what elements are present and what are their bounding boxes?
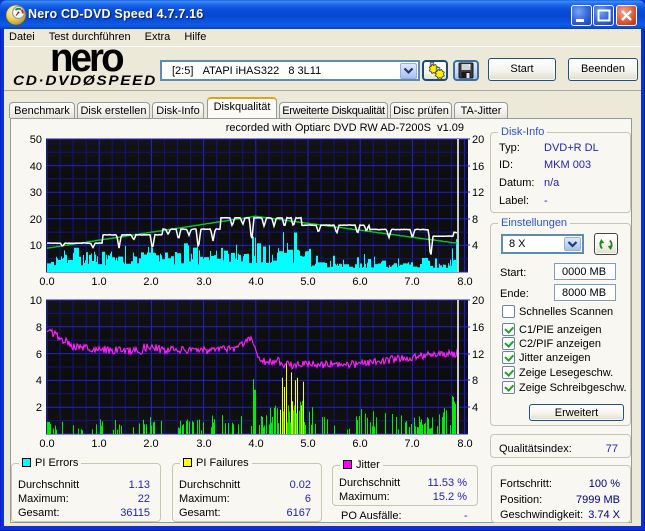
svg-text:4.0: 4.0 bbox=[248, 438, 263, 450]
svg-text:12: 12 bbox=[472, 349, 484, 361]
svg-text:50: 50 bbox=[30, 134, 42, 146]
svg-text:12: 12 bbox=[472, 187, 484, 199]
svg-text:20: 20 bbox=[30, 214, 42, 226]
svg-text:8: 8 bbox=[472, 214, 478, 226]
svg-text:8.0: 8.0 bbox=[457, 438, 472, 450]
svg-text:16: 16 bbox=[472, 322, 484, 334]
svg-text:10: 10 bbox=[30, 295, 42, 307]
svg-text:4.0: 4.0 bbox=[248, 276, 263, 288]
svg-text:3.0: 3.0 bbox=[196, 276, 211, 288]
svg-text:2.0: 2.0 bbox=[143, 276, 158, 288]
svg-text:2.0: 2.0 bbox=[143, 438, 158, 450]
svg-text:1.0: 1.0 bbox=[91, 438, 106, 450]
svg-text:4: 4 bbox=[472, 240, 478, 252]
svg-text:16: 16 bbox=[472, 161, 484, 173]
svg-text:2: 2 bbox=[36, 402, 42, 414]
svg-text:6.0: 6.0 bbox=[352, 276, 367, 288]
svg-text:30: 30 bbox=[30, 187, 42, 199]
svg-text:20: 20 bbox=[472, 295, 484, 307]
svg-text:5.0: 5.0 bbox=[300, 438, 315, 450]
svg-text:1.0: 1.0 bbox=[91, 276, 106, 288]
svg-text:0.0: 0.0 bbox=[39, 276, 54, 288]
svg-text:20: 20 bbox=[472, 134, 484, 146]
svg-text:6.0: 6.0 bbox=[352, 438, 367, 450]
svg-text:recorded with Optiarc DVD RW A: recorded with Optiarc DVD RW AD-7200S v1… bbox=[226, 122, 464, 134]
svg-text:3.0: 3.0 bbox=[196, 438, 211, 450]
svg-text:7.0: 7.0 bbox=[404, 276, 419, 288]
svg-text:10: 10 bbox=[30, 240, 42, 252]
svg-text:5.0: 5.0 bbox=[300, 276, 315, 288]
svg-text:8.0: 8.0 bbox=[457, 276, 472, 288]
svg-text:0.0: 0.0 bbox=[39, 438, 54, 450]
svg-text:7.0: 7.0 bbox=[404, 438, 419, 450]
svg-text:8: 8 bbox=[36, 322, 42, 334]
svg-text:40: 40 bbox=[30, 161, 42, 173]
svg-text:4: 4 bbox=[36, 375, 42, 387]
svg-text:6: 6 bbox=[36, 349, 42, 361]
svg-text:8: 8 bbox=[472, 375, 478, 387]
svg-text:4: 4 bbox=[472, 402, 478, 414]
